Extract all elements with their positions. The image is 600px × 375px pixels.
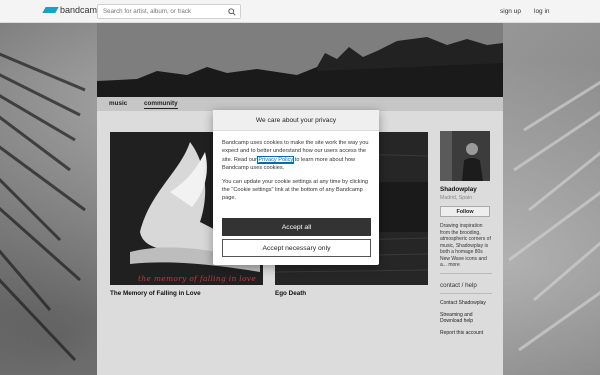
artist-bio: Drawing inspiration from the brooding, a… (440, 223, 492, 269)
album-cover-text: the memory of falling in love (138, 274, 257, 283)
divider (440, 272, 492, 274)
artist-photo[interactable] (440, 131, 490, 181)
accept-all-button[interactable]: Accept all (222, 218, 371, 236)
artist-location: Madrid, Spain (440, 195, 473, 201)
privacy-dialog-title: We care about your privacy (213, 110, 379, 131)
palm-leaves-right-image (508, 80, 600, 352)
site-header: bandcamp sign up log in (0, 0, 600, 23)
contact-help-heading: contact / help (440, 281, 477, 289)
artist-banner-image (97, 23, 503, 97)
artist-tabs: music community (97, 97, 503, 111)
album-title[interactable]: Ego Death (275, 290, 428, 297)
log-in-link[interactable]: log in (534, 8, 550, 15)
cookie-settings-paragraph: You can update your cookie settings at a… (222, 178, 368, 202)
bandcamp-logo-icon (42, 7, 59, 13)
search-input[interactable] (98, 8, 222, 15)
divider (440, 292, 492, 294)
report-account-link[interactable]: Report this account (440, 330, 492, 336)
accept-necessary-button[interactable]: Accept necessary only (222, 239, 371, 257)
tab-community[interactable]: community (144, 100, 178, 109)
tab-music[interactable]: music (109, 100, 127, 107)
logo-text: bandcamp (60, 5, 103, 15)
artist-name: Shadowplay (440, 186, 477, 193)
search-box (97, 4, 241, 19)
contact-artist-link[interactable]: Contact Shadowplay (440, 300, 492, 306)
follow-button[interactable]: Follow (440, 206, 490, 217)
privacy-dialog-body: Bandcamp uses cookies to make the site w… (213, 131, 379, 203)
artist-sidebar: Shadowplay Madrid, Spain Follow Drawing … (440, 131, 492, 336)
privacy-dialog: We care about your privacy Bandcamp uses… (213, 110, 379, 265)
privacy-policy-link[interactable]: Privacy Policy (257, 155, 295, 164)
palm-leaves-left-image (0, 52, 86, 362)
privacy-paragraph: Bandcamp uses cookies to make the site w… (222, 139, 370, 173)
streaming-help-link[interactable]: Streaming and Download help (440, 312, 492, 324)
bandcamp-logo[interactable]: bandcamp (42, 5, 103, 15)
bio-more-link[interactable]: more (448, 262, 459, 268)
album-title[interactable]: The Memory of Falling in Love (110, 290, 263, 297)
sign-up-link[interactable]: sign up (500, 8, 521, 15)
search-icon[interactable] (228, 8, 236, 16)
